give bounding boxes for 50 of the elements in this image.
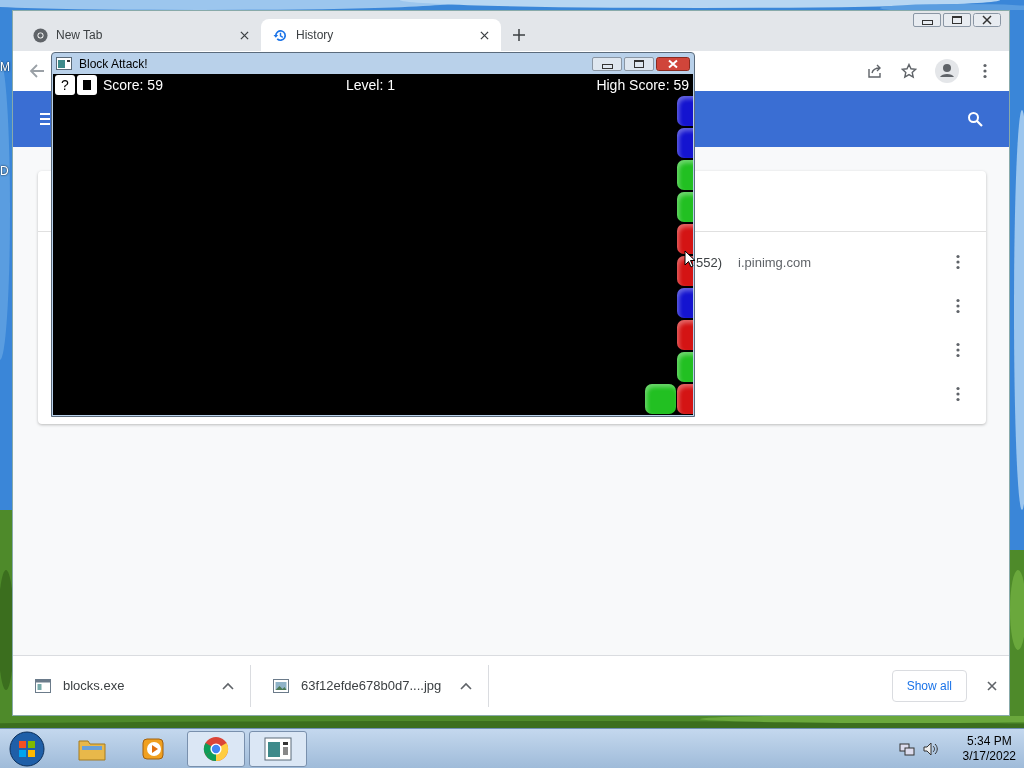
score-label: Score: 59 [103,76,163,93]
taskbar-button[interactable] [187,730,245,767]
share-icon[interactable] [867,63,883,79]
maximize-button[interactable] [943,13,971,27]
new-tab-icon[interactable] [513,29,525,41]
minimize-button[interactable] [592,56,622,71]
more-icon[interactable] [956,386,960,402]
star-icon[interactable] [901,63,917,79]
history-icon [273,27,288,43]
more-icon[interactable] [956,298,960,314]
close-icon[interactable] [987,680,997,691]
more-icon[interactable] [956,254,960,270]
clock-time[interactable]: 5:34 PM [966,733,1012,749]
application-file-icon [35,678,51,693]
show-all-button[interactable]: Show all [891,669,967,702]
stop-button[interactable] [77,74,97,95]
close-icon[interactable] [480,30,489,40]
chrome-logo-icon [33,27,48,43]
window-title: Block Attack! [79,56,148,71]
close-button[interactable] [973,13,1001,27]
back-arrow-icon[interactable] [29,63,45,79]
menu-icon[interactable] [40,113,50,125]
browser-tab[interactable]: History [261,19,501,51]
chrome-logo-icon [202,735,230,762]
minimize-button[interactable] [913,13,941,27]
search-icon[interactable] [967,111,983,127]
clock-date[interactable]: 3/17/2022 [962,748,1016,764]
app-icon [264,735,292,762]
more-icon[interactable] [956,342,960,358]
taskbar-button[interactable] [249,730,307,767]
network-icon[interactable] [898,740,915,757]
start-button[interactable] [9,730,45,767]
profile-icon[interactable] [935,59,959,83]
caret-icon[interactable] [222,681,234,690]
app-icon [56,57,72,70]
help-button[interactable]: ? [55,74,75,95]
maximize-button[interactable] [624,56,654,71]
history-entry-domain: i.pinimg.com [738,254,811,270]
volume-icon[interactable] [922,740,939,757]
image-file-icon [273,678,289,693]
high-score-label: High Score: 59 [596,76,689,93]
history-entry-title[interactable]: 552) [696,254,723,270]
caret-icon[interactable] [460,681,472,690]
close-icon[interactable] [240,30,249,40]
level-label: Level: 1 [346,76,396,93]
download-file-name[interactable]: 63f12efde678b0d7....jpg [301,678,448,693]
download-file-name[interactable]: blocks.exe [63,678,210,693]
stop-icon [83,79,91,90]
close-button[interactable] [656,56,690,71]
browser-tab[interactable]: New Tab [21,19,261,51]
